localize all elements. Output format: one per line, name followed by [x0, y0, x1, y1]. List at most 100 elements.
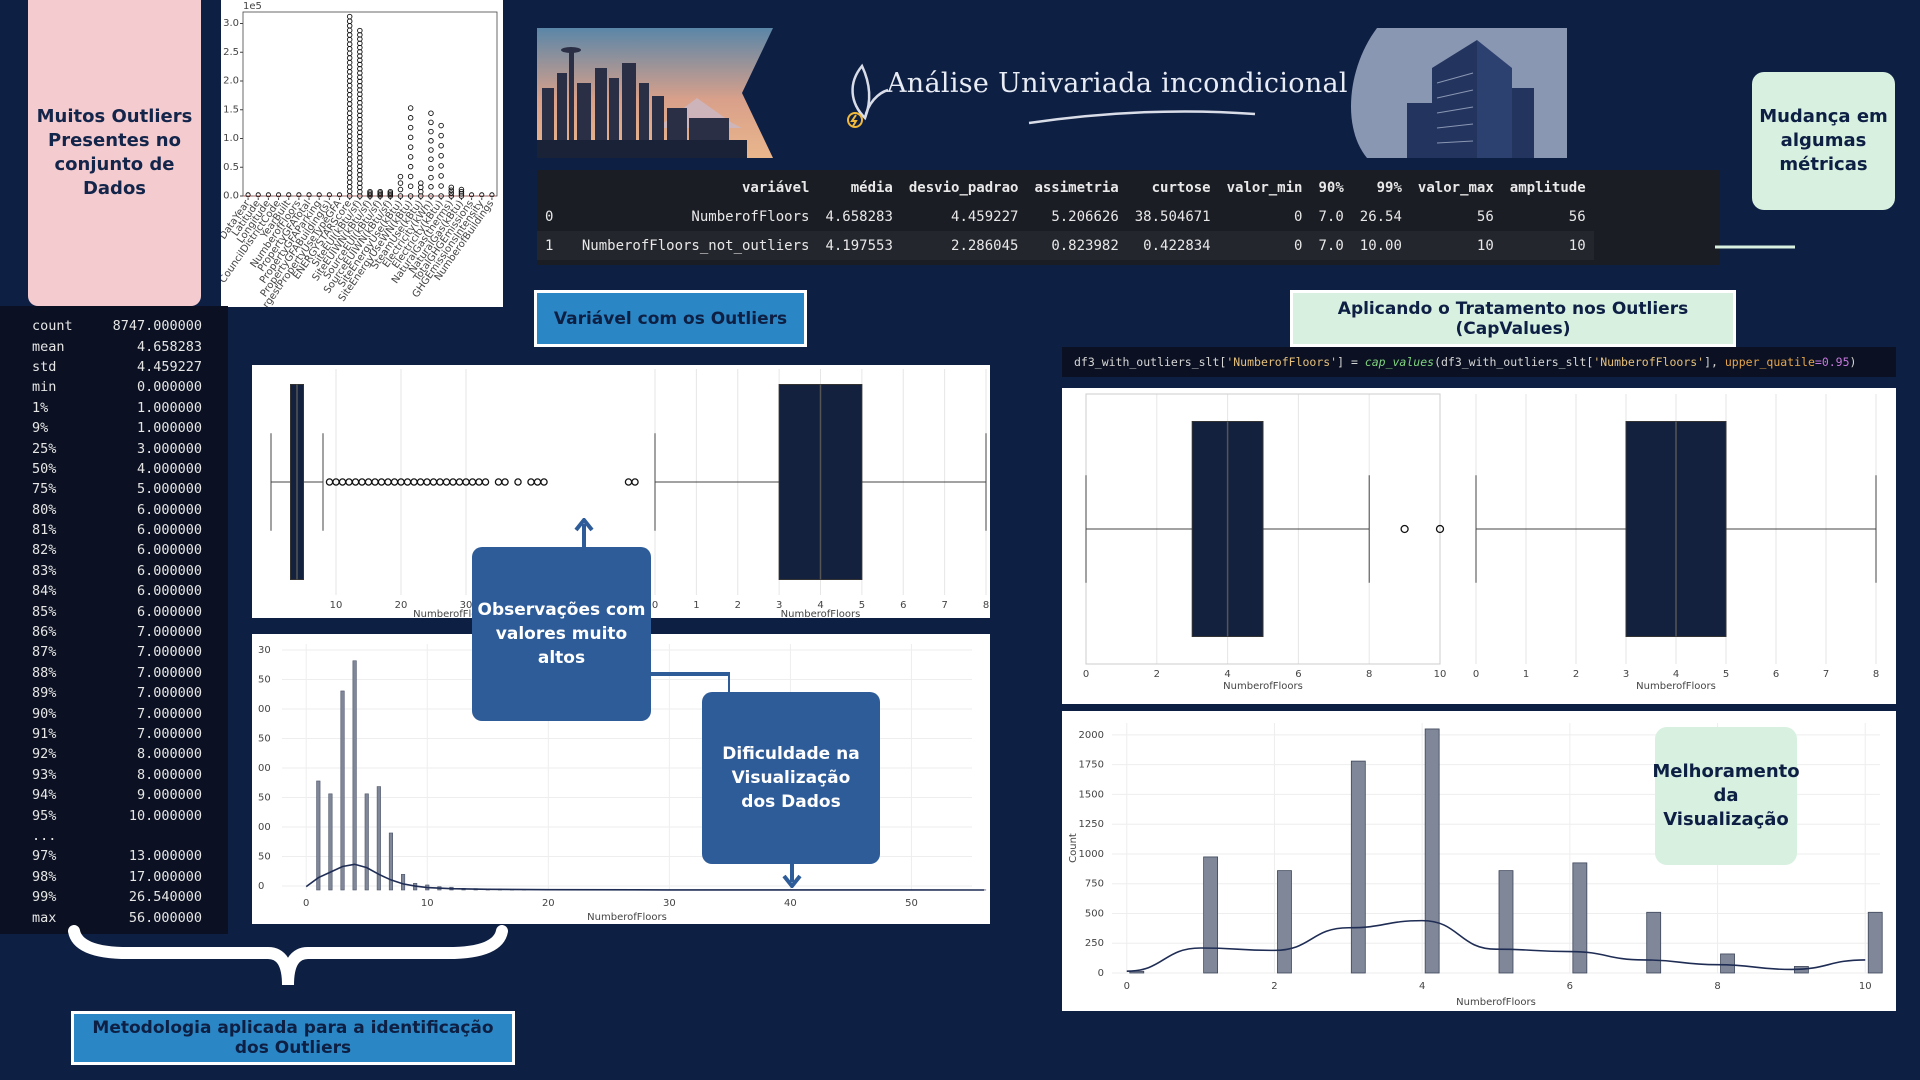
describe-value: 8747.000000 — [112, 318, 202, 335]
outlier-point — [428, 174, 434, 181]
describe-value: 0.000000 — [136, 379, 202, 396]
code-text: ) — [1849, 355, 1857, 369]
table-cell: 7.0 — [1318, 237, 1344, 254]
y-tick-label: 1500 — [1079, 789, 1104, 800]
describe-row: 94% 9.000000 — [0, 785, 228, 805]
outlier-point — [407, 124, 414, 131]
outlier-point — [346, 165, 353, 172]
y-tick-label: 50 — [258, 675, 271, 686]
page-title: Análise Univariada incondicional — [887, 68, 1348, 99]
variable-with-outliers-text: Variável com os Outliers — [553, 308, 788, 329]
describe-row: 87% 7.000000 — [0, 642, 228, 662]
describe-value: 6.000000 — [136, 542, 202, 559]
table-cell: 4.197553 — [825, 237, 893, 254]
arrow-down-icon — [782, 862, 802, 888]
outlier-point — [428, 156, 434, 162]
describe-value: 4.000000 — [136, 460, 202, 477]
x-tick-label: 20 — [395, 600, 408, 611]
x-tick-label: 2 — [1271, 981, 1277, 992]
outlier-point — [514, 478, 522, 486]
describe-row: min 0.000000 — [0, 377, 228, 397]
outlier-point — [624, 478, 633, 486]
describe-row: 95% 10.000000 — [0, 805, 228, 825]
histogram-bar — [1498, 870, 1514, 974]
outlier-point — [438, 152, 444, 159]
arrow-up-icon — [574, 518, 594, 550]
describe-key: 97% — [32, 848, 57, 865]
boxplot-floors-capped: 0 2 4 6 8 10 NumberofFloors — [1083, 393, 1446, 692]
y-tick-label: 1750 — [1079, 760, 1104, 771]
describe-row: 75% 5.000000 — [0, 479, 228, 499]
y-tick-label: 1.5 — [223, 104, 239, 115]
outlier-point — [423, 478, 431, 486]
outlier-point — [346, 36, 353, 43]
x-tick-label: 6 — [900, 600, 906, 611]
describe-value: 7.000000 — [136, 685, 202, 702]
outlier-point — [346, 69, 353, 75]
describe-row: count 8747.000000 — [0, 316, 228, 336]
describe-row: 84% 6.000000 — [0, 581, 228, 601]
describe-value: 1.000000 — [136, 399, 202, 416]
leaf-logo-icon — [847, 63, 889, 128]
many-outliers-callout: Muitos Outliers Presentes no conjunto de… — [28, 0, 201, 306]
outlier-point — [346, 138, 353, 144]
describe-rows: count 8747.000000 mean 4.658283 std 4.459227 m… — [0, 316, 228, 928]
outlier-point — [416, 478, 425, 486]
outlier-point — [438, 122, 444, 129]
col-index — [537, 173, 561, 202]
y-tick-label: 00 — [258, 763, 271, 774]
outlier-point — [1400, 524, 1409, 534]
y-tick-label: 50 — [258, 734, 271, 745]
y-tick-label: 500 — [1085, 908, 1104, 919]
x-tick-label: 2 — [735, 600, 741, 611]
outlier-point — [475, 478, 483, 486]
outlier-point — [407, 144, 414, 150]
boxplot-floors-zoom: 0 1 2 3 4 5 6 7 8NumberofFloors — [652, 369, 989, 618]
describe-value: 10.000000 — [128, 807, 202, 824]
describe-key: mean — [32, 338, 65, 355]
describe-row: 88% 7.000000 — [0, 663, 228, 683]
describe-value: 17.000000 — [128, 868, 202, 885]
describe-value: 7.000000 — [136, 624, 202, 641]
describe-key: 89% — [32, 685, 57, 702]
x-tick-label: 1 — [693, 600, 699, 611]
x-tick-label: 3 — [1623, 669, 1629, 680]
describe-value: 5.000000 — [136, 481, 202, 498]
col-desvio: desvio_padrao — [908, 179, 1019, 196]
describe-row: 89% 7.000000 — [0, 683, 228, 703]
describe-value: 13.000000 — [128, 848, 202, 865]
outlier-point — [346, 128, 353, 135]
outlier-point — [346, 13, 353, 20]
outlier-point — [403, 478, 412, 486]
outlier-point — [346, 110, 353, 116]
x-tick-label: 0 — [303, 898, 309, 909]
x-tick-label: 5 — [1723, 669, 1729, 680]
col-media: média — [850, 179, 893, 196]
table-cell: 10.00 — [1359, 237, 1402, 254]
outlier-point — [346, 78, 353, 84]
y-scale-label: 1e5 — [243, 1, 262, 12]
outlier-point — [346, 41, 353, 47]
outlier-point — [377, 478, 386, 486]
x-tick-label: 8 — [1366, 669, 1372, 680]
y-tick-label: 2.0 — [223, 76, 239, 87]
methodology-text: Metodologia aplicada para a identificaçã… — [92, 1018, 494, 1058]
histogram-bar — [364, 793, 369, 891]
x-axis-label: NumberofFloors — [1456, 997, 1536, 1008]
outlier-point — [346, 188, 353, 195]
y-tick-label: 2000 — [1079, 730, 1104, 741]
describe-key: 50% — [32, 460, 57, 477]
variable-with-outliers-label: Variável com os Outliers — [534, 290, 807, 347]
describe-value: 7.000000 — [136, 664, 202, 681]
y-tick-label: 750 — [1085, 879, 1104, 890]
describe-row: ... — [0, 826, 228, 846]
table-cell: 0.823982 — [1051, 237, 1119, 254]
histogram-bar — [1277, 870, 1292, 974]
outlier-point — [346, 161, 353, 167]
table-cell: 0.422834 — [1143, 237, 1211, 254]
x-tick-label: 50 — [905, 898, 918, 909]
describe-row: 85% 6.000000 — [0, 601, 228, 621]
high-values-text: Observações com valores muito altos — [477, 600, 646, 668]
describe-key: 75% — [32, 481, 57, 498]
metrics-table-panel: variável média desvio_padrao assimetria … — [537, 170, 1720, 265]
